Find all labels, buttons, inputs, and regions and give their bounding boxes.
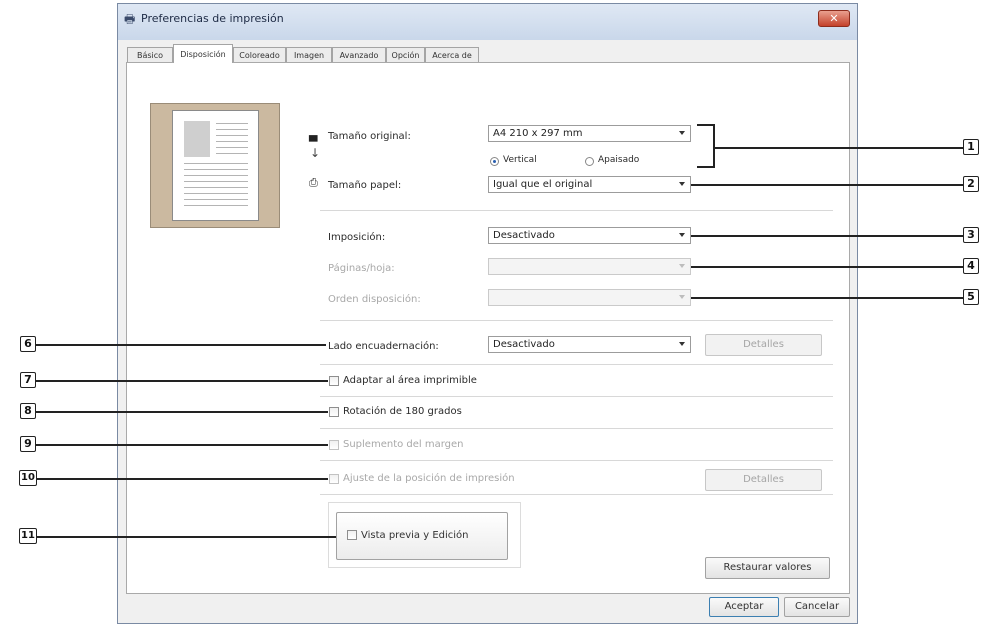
preview-edit-label: Vista previa y Edición	[361, 530, 469, 541]
callout-9: 9	[20, 436, 36, 452]
separator	[320, 210, 833, 211]
layout-order-label: Orden disposición:	[328, 294, 421, 305]
ok-button[interactable]: Aceptar	[709, 597, 779, 617]
callout-line-9	[36, 444, 328, 446]
tab-opcion[interactable]: Opción	[386, 47, 425, 62]
pages-per-sheet-label: Páginas/hoja:	[328, 263, 395, 274]
vertical-radio[interactable]	[490, 157, 499, 166]
print-position-checkbox[interactable]	[329, 474, 339, 484]
tab-avanzado[interactable]: Avanzado	[332, 47, 386, 62]
tab-basico[interactable]: Básico	[127, 47, 173, 62]
paper-size-label: Tamaño papel:	[328, 180, 402, 191]
callout-4: 4	[963, 258, 979, 274]
callout-10: 10	[19, 470, 37, 486]
imposition-label: Imposición:	[328, 232, 386, 243]
callout-line-3	[691, 235, 963, 237]
window-title: Preferencias de impresión	[141, 12, 284, 25]
tab-acerca-de[interactable]: Acerca de	[425, 47, 479, 62]
callout-2: 2	[963, 176, 979, 192]
fit-printable-area-label: Adaptar al área imprimible	[343, 375, 477, 386]
rotate-180-label: Rotación de 180 grados	[343, 406, 462, 417]
preview-edit-checkbox[interactable]	[347, 530, 357, 540]
callout-line-4	[691, 266, 963, 268]
preview-image-block	[184, 121, 210, 157]
printer-icon: 🖶	[124, 12, 136, 26]
imposition-select[interactable]: Desactivado	[488, 227, 691, 244]
cancel-button[interactable]: Cancelar	[784, 597, 850, 617]
separator	[320, 460, 833, 461]
landscape-label: Apaisado	[598, 155, 640, 165]
separator	[320, 428, 833, 429]
callout-line-2	[691, 184, 963, 186]
landscape-radio[interactable]	[585, 157, 594, 166]
binding-side-label: Lado encuadernación:	[328, 341, 439, 352]
separator	[320, 320, 833, 321]
pages-per-sheet-select[interactable]	[488, 258, 691, 275]
original-size-select[interactable]: A4 210 x 297 mm	[488, 125, 691, 142]
original-document-icon: ▄	[309, 129, 318, 142]
callout-8: 8	[20, 403, 36, 419]
callout-11: 11	[19, 528, 37, 544]
callout-line-10	[37, 478, 328, 480]
separator	[320, 396, 833, 397]
rotate-180-checkbox[interactable]	[329, 407, 339, 417]
callout-6: 6	[20, 336, 36, 352]
fit-printable-area-checkbox[interactable]	[329, 376, 339, 386]
tab-coloreado[interactable]: Coloreado	[233, 47, 286, 62]
close-button[interactable]: ✕	[818, 10, 850, 27]
print-position-details-button[interactable]: Detalles	[705, 469, 822, 491]
margin-supplement-label: Suplemento del margen	[343, 439, 464, 450]
tab-imagen[interactable]: Imagen	[286, 47, 332, 62]
callout-3: 3	[963, 227, 979, 243]
separator	[320, 494, 833, 495]
callout-line-8	[36, 411, 328, 413]
preview-edit-button[interactable]: Vista previa y Edición	[336, 512, 508, 560]
callout-line-6	[36, 344, 326, 346]
tab-disposicion[interactable]: Disposición	[173, 44, 233, 63]
arrow-down-icon: ↓	[310, 146, 321, 160]
separator	[320, 364, 833, 365]
callout-5: 5	[963, 289, 979, 305]
vertical-label: Vertical	[503, 155, 537, 165]
callout-line-5	[691, 297, 963, 299]
paper-size-select[interactable]: Igual que el original	[488, 176, 691, 193]
restore-defaults-button[interactable]: Restaurar valores	[705, 557, 830, 579]
original-size-label: Tamaño original:	[328, 131, 411, 142]
callout-7: 7	[20, 372, 36, 388]
callout-1: 1	[963, 139, 979, 155]
callout-line-11	[37, 536, 336, 538]
callout-line-7	[36, 380, 328, 382]
margin-supplement-checkbox[interactable]	[329, 440, 339, 450]
printer-paper-icon: ⎙	[309, 176, 318, 189]
binding-details-button[interactable]: Detalles	[705, 334, 822, 356]
binding-side-select[interactable]: Desactivado	[488, 336, 691, 353]
layout-order-select[interactable]	[488, 289, 691, 306]
print-position-label: Ajuste de la posición de impresión	[343, 473, 515, 484]
